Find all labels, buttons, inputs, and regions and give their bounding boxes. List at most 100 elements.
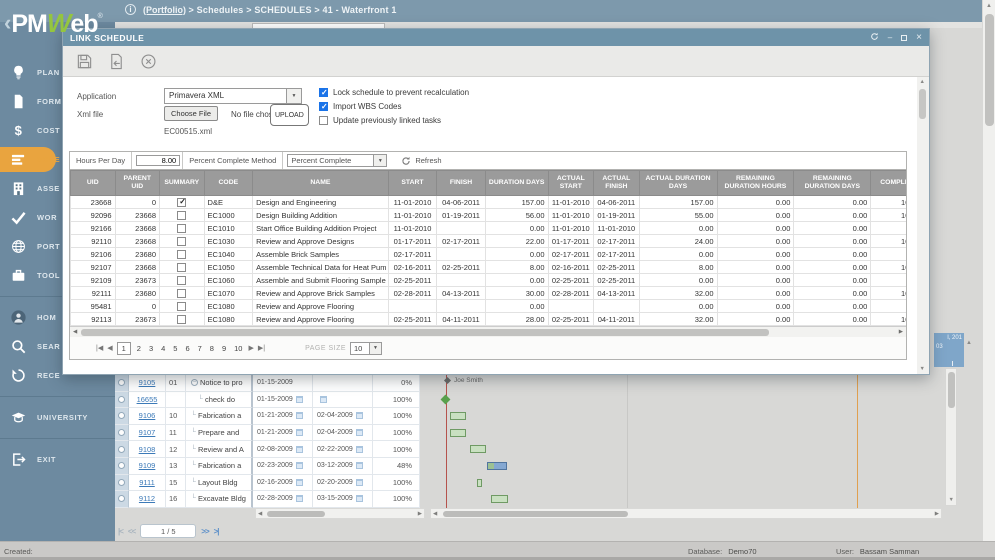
hours-per-day-input[interactable] bbox=[136, 155, 180, 166]
task-id-link[interactable]: 9111 bbox=[139, 478, 155, 487]
row-radio[interactable] bbox=[118, 495, 125, 502]
scroll-up-icon[interactable]: ▲ bbox=[920, 79, 925, 85]
pager-page-7[interactable]: 7 bbox=[196, 343, 204, 354]
calendar-icon[interactable] bbox=[356, 412, 363, 419]
tree-collapse-icon[interactable]: − bbox=[191, 379, 198, 386]
calendar-icon[interactable] bbox=[356, 495, 363, 502]
breadcrumb-portfolio-link[interactable]: (Portfolio) bbox=[143, 5, 186, 15]
scroll-up-icon[interactable]: ▲ bbox=[985, 3, 993, 9]
table-horizontal-scrollbar[interactable]: ◀ ▶ bbox=[70, 326, 906, 337]
chevron-down-icon[interactable]: ▼ bbox=[369, 343, 381, 354]
export-icon[interactable] bbox=[108, 53, 125, 70]
gantt-task-bar[interactable] bbox=[477, 479, 482, 487]
pager-last-button[interactable]: >| bbox=[214, 527, 219, 536]
gantt-horizontal-scrollbar[interactable]: ◀ ▶ bbox=[430, 508, 942, 519]
task-id-link[interactable]: 9112 bbox=[139, 494, 155, 503]
summary-checkbox[interactable] bbox=[177, 198, 186, 207]
scroll-down-icon[interactable]: ▼ bbox=[949, 497, 954, 503]
summary-checkbox[interactable] bbox=[177, 237, 186, 246]
minimize-icon[interactable]: – bbox=[888, 34, 892, 42]
task-id-link[interactable]: 9106 bbox=[139, 411, 156, 420]
sidebar-item-university[interactable]: UNIVERSITY bbox=[0, 403, 115, 432]
gantt-milestone[interactable] bbox=[441, 394, 451, 404]
calendar-icon[interactable] bbox=[356, 429, 363, 436]
row-radio[interactable] bbox=[118, 396, 125, 403]
column-header[interactable]: COMPLETE bbox=[871, 171, 907, 196]
column-header[interactable]: START bbox=[388, 171, 437, 196]
calendar-icon[interactable] bbox=[356, 462, 363, 469]
sidebar-item-exit[interactable]: EXIT bbox=[0, 445, 115, 474]
column-header[interactable]: NAME bbox=[253, 171, 389, 196]
summary-checkbox[interactable] bbox=[177, 211, 186, 220]
scroll-left-icon[interactable]: ◀ bbox=[258, 511, 262, 517]
calendar-icon[interactable] bbox=[296, 396, 303, 403]
gantt-task-bar[interactable] bbox=[487, 462, 507, 470]
scroll-left-icon[interactable]: ◀ bbox=[433, 511, 437, 517]
scrollbar-thumb[interactable] bbox=[443, 511, 628, 517]
task-id-link[interactable]: 9109 bbox=[139, 461, 156, 470]
task-id-link[interactable]: 9108 bbox=[139, 445, 156, 454]
column-header[interactable]: CODE bbox=[204, 171, 253, 196]
gantt-task-bar[interactable] bbox=[470, 445, 486, 453]
column-header[interactable]: ACTUAL FINISH bbox=[594, 171, 640, 196]
column-header[interactable]: ACTUAL START bbox=[548, 171, 594, 196]
pager-page-4[interactable]: 4 bbox=[159, 343, 167, 354]
close-icon[interactable]: × bbox=[916, 34, 922, 42]
summary-checkbox[interactable] bbox=[177, 289, 186, 298]
page-size-select[interactable]: 10 ▼ bbox=[350, 342, 382, 355]
task-id-link[interactable]: 16655 bbox=[137, 395, 158, 404]
calendar-icon[interactable] bbox=[296, 412, 303, 419]
pager-next-button[interactable]: >> bbox=[201, 527, 208, 536]
choose-file-button[interactable]: Choose File bbox=[164, 106, 218, 121]
gantt-task-bar[interactable] bbox=[450, 429, 466, 437]
calendar-icon[interactable] bbox=[356, 446, 363, 453]
summary-checkbox[interactable] bbox=[177, 276, 186, 285]
pager-page-5[interactable]: 5 bbox=[171, 343, 179, 354]
pager-next-icon[interactable]: ▶ bbox=[248, 344, 253, 352]
pager-first-button[interactable]: |< bbox=[118, 527, 123, 536]
scrollbar-thumb[interactable] bbox=[267, 511, 325, 517]
scrollbar-thumb[interactable] bbox=[985, 14, 994, 126]
summary-checkbox[interactable] bbox=[177, 315, 186, 324]
pager-page-2[interactable]: 2 bbox=[135, 343, 143, 354]
pager-page-10[interactable]: 10 bbox=[232, 343, 244, 354]
grid-horizontal-scrollbar[interactable]: ◀ ▶ bbox=[255, 508, 425, 519]
pager-page-3[interactable]: 3 bbox=[147, 343, 155, 354]
summary-checkbox[interactable] bbox=[177, 250, 186, 259]
scroll-left-icon[interactable]: ◀ bbox=[73, 329, 77, 335]
checkbox[interactable] bbox=[319, 102, 328, 111]
row-radio[interactable] bbox=[118, 462, 125, 469]
calendar-icon[interactable] bbox=[356, 479, 363, 486]
pager-page-8[interactable]: 8 bbox=[208, 343, 216, 354]
task-id-link[interactable]: 9105 bbox=[139, 378, 156, 387]
upload-button[interactable]: UPLOAD bbox=[270, 104, 309, 126]
application-select[interactable]: Primavera XML ▼ bbox=[164, 88, 302, 104]
gantt-vertical-scrollbar[interactable]: ▼ bbox=[945, 368, 957, 506]
refresh-button[interactable]: Refresh bbox=[391, 152, 441, 169]
save-icon[interactable] bbox=[76, 53, 93, 70]
pager-prev-icon[interactable]: ◀ bbox=[107, 344, 112, 352]
pager-last-icon[interactable]: ▶| bbox=[258, 344, 265, 352]
column-header[interactable]: PARENT UID bbox=[115, 171, 160, 196]
pager-value[interactable]: 1 / 5 bbox=[140, 524, 196, 538]
scroll-down-icon[interactable]: ▼ bbox=[920, 366, 925, 372]
pager-first-icon[interactable]: |◀ bbox=[96, 344, 103, 352]
cancel-icon[interactable] bbox=[140, 53, 157, 70]
column-header[interactable]: SUMMARY bbox=[160, 171, 205, 196]
checkbox[interactable] bbox=[319, 116, 328, 125]
calendar-icon[interactable] bbox=[320, 396, 327, 403]
percent-complete-method-select[interactable]: Percent Complete ▼ bbox=[287, 154, 387, 167]
column-header[interactable]: FINISH bbox=[437, 171, 486, 196]
calendar-icon[interactable] bbox=[296, 495, 303, 502]
pager-prev-button[interactable]: << bbox=[128, 527, 135, 536]
calendar-icon[interactable] bbox=[296, 429, 303, 436]
sync-icon[interactable] bbox=[870, 32, 879, 43]
row-radio[interactable] bbox=[118, 412, 125, 419]
checkbox[interactable] bbox=[319, 88, 328, 97]
page-vertical-scrollbar[interactable]: ▲ ▼ bbox=[982, 0, 995, 557]
summary-checkbox[interactable] bbox=[177, 302, 186, 311]
scrollbar-thumb[interactable] bbox=[919, 89, 926, 119]
row-radio[interactable] bbox=[118, 429, 125, 436]
calendar-icon[interactable] bbox=[296, 479, 303, 486]
modal-vertical-scrollbar[interactable]: ▲ ▼ bbox=[917, 77, 929, 374]
